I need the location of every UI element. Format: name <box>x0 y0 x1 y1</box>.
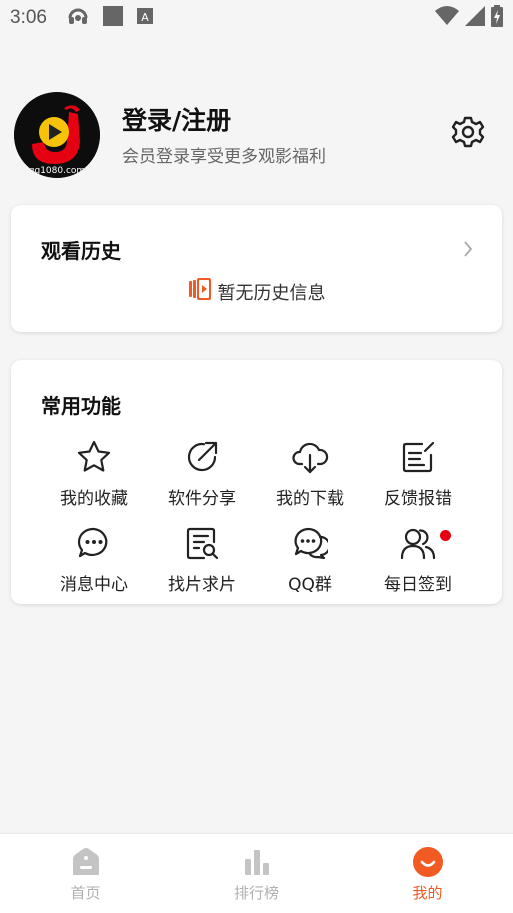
feature-messages[interactable]: 消息中心 <box>40 524 148 600</box>
users-icon <box>399 524 437 562</box>
feature-label: QQ群 <box>288 575 332 595</box>
profile-header[interactable]: gg1080.com 登录/注册 会员登录享受更多观影福利 <box>14 90 500 180</box>
history-book-icon <box>188 277 212 306</box>
nav-mine[interactable]: 我的 <box>342 834 513 913</box>
watch-history-title: 观看历史 <box>41 239 121 263</box>
feature-label: 我的收藏 <box>60 489 128 509</box>
watch-history-card[interactable]: 观看历史 暂无历史信息 <box>11 205 502 332</box>
nav-label: 我的 <box>412 884 443 902</box>
nav-label: 首页 <box>70 884 101 902</box>
nav-label: 排行榜 <box>233 884 279 902</box>
message-icon <box>75 524 113 562</box>
feedback-icon <box>399 438 437 476</box>
star-icon <box>75 438 113 476</box>
feature-share-app[interactable]: 软件分享 <box>148 438 256 514</box>
feature-label: 我的下载 <box>276 489 344 509</box>
feature-favorites[interactable]: 我的收藏 <box>40 438 148 514</box>
battery-icon <box>491 4 503 32</box>
status-time: 3:06 <box>10 7 47 28</box>
avatar-logo-text: gg1080.com <box>29 166 85 176</box>
wifi-icon <box>435 5 459 31</box>
feature-feedback[interactable]: 反馈报错 <box>364 438 472 514</box>
share-icon <box>183 438 221 476</box>
settings-button[interactable] <box>450 116 486 152</box>
feature-label: 反馈报错 <box>384 489 452 509</box>
common-features-card: 常用功能 我的收藏 软件分享 我的下载 反馈报错 消息中心 找片求片 QQ群 每… <box>11 360 502 604</box>
status-bar: 3:06 A <box>0 0 513 36</box>
feature-qq-group[interactable]: QQ群 <box>256 524 364 600</box>
feature-downloads[interactable]: 我的下载 <box>256 438 364 514</box>
chat-bubbles-icon <box>291 524 329 562</box>
notification-dot <box>440 530 451 541</box>
bottom-nav: 首页 排行榜 我的 <box>0 833 513 913</box>
avatar[interactable]: gg1080.com <box>14 92 100 178</box>
cloud-download-icon <box>291 438 329 476</box>
history-empty-state: 暂无历史信息 <box>11 277 502 306</box>
square-icon <box>102 5 123 31</box>
feature-request-movie[interactable]: 找片求片 <box>148 524 256 600</box>
feature-label: 软件分享 <box>168 489 236 509</box>
nav-home[interactable]: 首页 <box>0 834 171 913</box>
feature-daily-checkin[interactable]: 每日签到 <box>364 524 472 600</box>
gear-icon <box>451 115 485 153</box>
feature-label: 找片求片 <box>168 575 236 595</box>
features-grid: 我的收藏 软件分享 我的下载 反馈报错 消息中心 找片求片 QQ群 每日签到 <box>11 438 502 600</box>
search-doc-icon <box>183 524 221 562</box>
feature-label: 消息中心 <box>60 575 128 595</box>
login-register-link[interactable]: 登录/注册 <box>122 104 326 138</box>
home-icon <box>70 846 102 878</box>
features-title: 常用功能 <box>41 394 121 418</box>
chevron-right-icon[interactable] <box>460 239 476 259</box>
font-icon: A <box>136 7 153 29</box>
nav-ranking[interactable]: 排行榜 <box>171 834 342 913</box>
headset-icon <box>67 6 89 31</box>
history-empty-text: 暂无历史信息 <box>217 282 326 304</box>
chart-icon <box>241 846 273 878</box>
smile-icon <box>412 846 444 878</box>
profile-subtitle: 会员登录享受更多观影福利 <box>122 146 326 167</box>
signal-icon <box>465 5 485 31</box>
feature-label: 每日签到 <box>384 575 452 595</box>
svg-text:A: A <box>141 11 149 24</box>
